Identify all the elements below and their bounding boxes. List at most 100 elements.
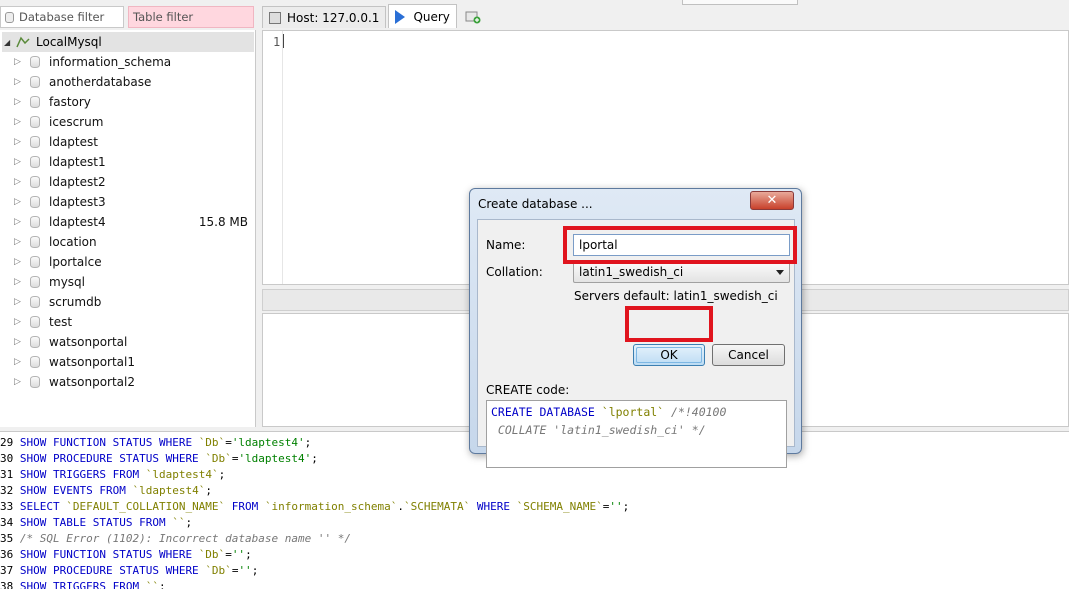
tree-item-database[interactable]: ▷ ldaptest1 — [0, 152, 254, 172]
log-token: `SCHEMATA` — [404, 500, 471, 513]
ok-button[interactable]: OK — [633, 344, 705, 366]
database-tree[interactable]: ◢ LocalMysql ▷ information_schema ▷ another… — [0, 30, 256, 427]
tree-item-database[interactable]: ▷ fastory — [0, 92, 254, 112]
tab-host-label: Host: 127.0.0.1 — [287, 10, 380, 25]
expand-arrow-icon[interactable]: ▷ — [14, 237, 22, 247]
database-name: fastory — [49, 95, 91, 109]
tree-item-database[interactable]: ▷ anotherdatabase — [0, 72, 254, 92]
tree-item-database[interactable]: ▷ ldaptest2 — [0, 172, 254, 192]
database-name: ldaptest3 — [49, 195, 106, 209]
database-name: watsonportal2 — [49, 375, 135, 389]
database-name: information_schema — [49, 55, 172, 69]
tree-item-database[interactable]: ▷ ldaptest — [0, 132, 254, 152]
tree-item-database[interactable]: ▷ information_schema — [0, 52, 254, 72]
expand-arrow-icon[interactable]: ▷ — [14, 297, 22, 307]
add-tab-icon — [465, 11, 481, 24]
database-icon — [30, 196, 40, 208]
log-token: = — [225, 548, 232, 561]
log-token: 'ldaptest4' — [238, 452, 312, 465]
expand-arrow-icon[interactable]: ▷ — [14, 337, 22, 347]
tab-query[interactable]: Query — [388, 4, 457, 28]
collapse-triangle-icon[interactable]: ◢ — [4, 38, 14, 47]
create-code-label: CREATE code: — [486, 383, 570, 397]
database-icon — [30, 216, 40, 228]
expand-arrow-icon[interactable]: ▷ — [14, 277, 22, 287]
expand-arrow-icon[interactable]: ▷ — [14, 77, 22, 87]
expand-arrow-icon[interactable]: ▷ — [14, 257, 22, 267]
tree-item-database[interactable]: ▷ watsonportal1 — [0, 352, 254, 372]
expand-arrow-icon[interactable]: ▷ — [14, 137, 22, 147]
log-token: ; — [251, 564, 259, 577]
table-filter-placeholder: Table filter — [133, 10, 194, 24]
expand-arrow-icon[interactable]: ▷ — [14, 317, 22, 327]
collation-select[interactable]: latin1_swedish_ci — [573, 262, 790, 283]
tab-host[interactable]: Host: 127.0.0.1 — [262, 6, 387, 28]
expand-arrow-icon[interactable]: ▷ — [14, 357, 22, 367]
expand-arrow-icon[interactable]: ▷ — [14, 157, 22, 167]
expand-arrow-icon[interactable]: ▷ — [14, 197, 22, 207]
log-token: ; — [205, 484, 212, 497]
tree-item-database[interactable]: ▷ ldaptest4 15.8 MB — [0, 212, 254, 232]
expand-arrow-icon[interactable]: ▷ — [14, 57, 22, 67]
database-icon — [30, 316, 40, 328]
log-line-number: 30 — [0, 452, 14, 465]
database-name: ldaptest4 — [49, 215, 106, 229]
log-token: SHOW TRIGGERS FROM — [19, 580, 146, 589]
database-name: location — [49, 235, 97, 249]
new-query-tab-button[interactable] — [463, 7, 483, 27]
tree-root-localmysql[interactable]: ◢ LocalMysql — [2, 32, 254, 52]
log-line: 36 SHOW FUNCTION STATUS WHERE `Db`=''; — [0, 547, 252, 563]
tree-item-database[interactable]: ▷ location — [0, 232, 254, 252]
database-filter-placeholder: Database filter — [19, 10, 105, 24]
tree-item-database[interactable]: ▷ scrumdb — [0, 292, 254, 312]
tree-item-database[interactable]: ▷ ldaptest3 — [0, 192, 254, 212]
database-name: lportalce — [49, 255, 102, 269]
log-token: WHERE — [470, 500, 517, 513]
log-token: = — [225, 436, 232, 449]
server-connection-icon — [16, 36, 30, 48]
expand-arrow-icon[interactable]: ▷ — [14, 97, 22, 107]
log-token: ; — [218, 468, 226, 481]
tree-item-database[interactable]: ▷ lportalce — [0, 252, 254, 272]
expand-arrow-icon[interactable]: ▷ — [14, 117, 22, 127]
database-icon — [30, 156, 40, 168]
log-line: 31 SHOW TRIGGERS FROM `ldaptest4`; — [0, 467, 225, 483]
collation-label: Collation: — [486, 265, 543, 279]
log-line-number: 31 — [0, 468, 14, 481]
database-icon — [30, 176, 40, 188]
table-filter-input[interactable]: Table filter — [128, 6, 254, 28]
database-icon — [30, 136, 40, 148]
tree-item-database[interactable]: ▷ test — [0, 312, 254, 332]
ok-highlight-box — [625, 306, 713, 342]
expand-arrow-icon[interactable]: ▷ — [14, 217, 22, 227]
tree-item-database[interactable]: ▷ watsonportal — [0, 332, 254, 352]
cancel-button[interactable]: Cancel — [712, 344, 785, 366]
code-token: /*!40100 — [664, 405, 727, 419]
tree-item-database[interactable]: ▷ icescrum — [0, 112, 254, 132]
server-default-text: Servers default: latin1_swedish_ci — [574, 289, 778, 303]
ok-label: OK — [660, 348, 678, 362]
app-window: Database filter Table filter ◢ LocalMysq… — [0, 0, 1069, 589]
database-icon — [30, 356, 40, 368]
database-filter-input[interactable]: Database filter — [0, 6, 124, 28]
log-line: 37 SHOW PROCEDURE STATUS WHERE `Db`=''; — [0, 563, 258, 579]
log-token: SHOW PROCEDURE STATUS WHERE — [19, 564, 206, 577]
expand-arrow-icon[interactable]: ▷ — [14, 377, 22, 387]
tree-item-database[interactable]: ▷ mysql — [0, 272, 254, 292]
log-token: `SCHEMA_NAME` — [516, 500, 603, 513]
log-token: '' — [609, 500, 623, 513]
tab-strip: Host: 127.0.0.1 Query — [262, 4, 483, 28]
log-token: /* SQL Error (1102): Incorrect database … — [19, 532, 352, 545]
line-number-gutter — [263, 31, 283, 284]
close-button[interactable]: ✕ — [750, 191, 794, 210]
create-code-box[interactable]: CREATE DATABASE `lportal` /*!40100 COLLA… — [486, 400, 787, 468]
tree-item-database[interactable]: ▷ watsonportal2 — [0, 372, 254, 392]
play-icon — [395, 9, 406, 24]
log-line: 33 SELECT `DEFAULT_COLLATION_NAME` FROM … — [0, 499, 629, 515]
name-label: Name: — [486, 238, 526, 252]
text-cursor — [283, 34, 284, 48]
expand-arrow-icon[interactable]: ▷ — [14, 177, 22, 187]
log-line-number: 37 — [0, 564, 14, 577]
log-token: SHOW FUNCTION STATUS WHERE — [19, 436, 199, 449]
database-size: 15.8 MB — [198, 215, 248, 229]
